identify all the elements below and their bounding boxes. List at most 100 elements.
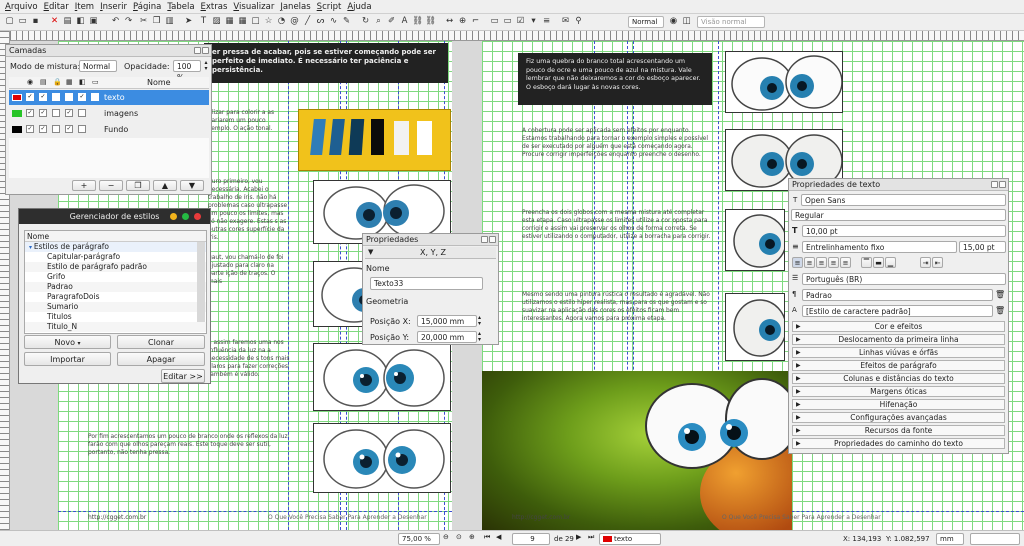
valign-middle-icon[interactable]: ▬ <box>873 257 884 268</box>
copy-icon[interactable]: ❐ <box>151 16 162 27</box>
character-style-select[interactable]: [Estilo de caractere padrão] <box>802 305 993 317</box>
pdf-combo-icon[interactable]: ▾ <box>528 16 539 27</box>
section-color-effects[interactable]: ▶ Cor e efeitos <box>792 321 1005 332</box>
y-position-input[interactable]: 20,000 mm <box>417 331 477 343</box>
close-icon[interactable] <box>194 213 201 220</box>
duplicate-layer-button[interactable]: ❐ <box>126 180 150 191</box>
section-hyphenation[interactable]: ▶ Hifenação <box>792 399 1005 410</box>
raise-layer-button[interactable]: ▲ <box>153 180 177 191</box>
item-name-input[interactable]: Texto33 <box>370 277 483 290</box>
redo-icon[interactable]: ↷ <box>123 16 134 27</box>
opacity-input[interactable]: 100 % <box>173 60 201 82</box>
eye-sketch-image-4[interactable] <box>313 423 451 493</box>
preview-eye-icon[interactable]: ◉ <box>668 16 679 27</box>
align-right-icon[interactable]: ≡ <box>816 257 827 268</box>
paragraph-style-select[interactable]: Padrao <box>802 289 993 301</box>
frog-painting-image[interactable] <box>482 371 792 530</box>
left-text-block-5[interactable]: Por fim acrescentamos um pouco de branco… <box>88 433 288 457</box>
image-frame-icon[interactable]: ▨ <box>211 16 222 27</box>
layer-row-texto[interactable]: ✓ ✓ ✓ texto <box>9 90 209 105</box>
section-columns-distances[interactable]: ▶ Colunas e distâncias do texto <box>792 373 1005 384</box>
blend-mode-select[interactable]: Normal <box>79 60 117 72</box>
style-item[interactable]: Estilo de parágrafo padrão <box>25 262 206 272</box>
delete-style-button[interactable]: Apagar <box>117 352 205 366</box>
view-toggle-icon[interactable]: ◫ <box>681 16 692 27</box>
style-item[interactable]: Sumario <box>25 302 206 312</box>
first-page-icon[interactable]: ⏮ <box>484 533 490 542</box>
float-icon[interactable] <box>991 181 998 188</box>
font-family-select[interactable]: Open Sans <box>801 194 1006 206</box>
left-text-block-2[interactable]: guro primeiro, vou necessária. Acabei o … <box>208 178 290 242</box>
unlink-frames-icon[interactable]: ⛓ <box>425 16 436 27</box>
cut-icon[interactable]: ✂ <box>138 16 149 27</box>
close-icon[interactable]: ✕ <box>49 16 60 27</box>
save-icon[interactable]: ▪ <box>30 16 41 27</box>
eyedropper-icon[interactable]: ⌐ <box>470 16 481 27</box>
add-layer-button[interactable]: + <box>72 180 96 191</box>
import-style-button[interactable]: Importar <box>24 352 111 366</box>
pdf-export-icon[interactable]: ▣ <box>88 16 99 27</box>
direction-ltr-icon[interactable]: ⇥ <box>920 257 931 268</box>
style-group[interactable]: ▾ Estilos de parágrafo <box>25 242 206 252</box>
float-icon[interactable] <box>194 47 201 54</box>
new-style-button[interactable]: Novo ▾ <box>24 335 111 349</box>
line-spacing-input[interactable]: 15,00 pt <box>959 241 1006 253</box>
link-frames-icon[interactable]: ⛓ <box>412 16 423 27</box>
painted-eye-image-4[interactable] <box>725 293 785 361</box>
close-icon[interactable] <box>489 236 496 243</box>
minimize-icon[interactable] <box>170 213 177 220</box>
style-item[interactable]: Capitular-parágrafo <box>25 252 206 262</box>
menu-editar[interactable]: Editar <box>41 2 72 12</box>
style-list-scrollbar[interactable] <box>197 242 205 322</box>
zoom-select[interactable]: 75,00 % <box>398 533 440 545</box>
direction-rtl-icon[interactable]: ⇤ <box>932 257 943 268</box>
right-text-block-2[interactable]: Preencha os dois globos com a mesma mist… <box>522 209 714 241</box>
section-first-line-offset[interactable]: ▶ Deslocamento da primeira linha <box>792 334 1005 345</box>
x-spinner-icon[interactable]: ▴ ▾ <box>478 315 486 327</box>
language-select[interactable]: Português (BR) <box>802 273 1006 285</box>
zoom-out-icon[interactable]: ⊖ <box>443 533 449 541</box>
painted-eye-image-1[interactable] <box>725 51 843 113</box>
font-size-input[interactable]: 10,00 pt <box>802 225 1006 237</box>
align-center-icon[interactable]: ≡ <box>804 257 815 268</box>
style-item[interactable]: Titulo_N <box>25 322 206 332</box>
image-quality-select[interactable]: Normal <box>628 16 664 28</box>
y-spinner-icon[interactable]: ▴ ▾ <box>478 331 486 343</box>
trash-icon[interactable]: 🗑 <box>995 290 1005 299</box>
status-extra-field[interactable] <box>970 533 1020 545</box>
measure-icon[interactable]: ↔ <box>444 16 455 27</box>
rotate-icon[interactable]: ↻ <box>360 16 371 27</box>
calligraphy-icon[interactable]: ✎ <box>341 16 352 27</box>
remove-layer-button[interactable]: − <box>99 180 123 191</box>
section-text-path[interactable]: ▶ Propriedades do caminho do texto <box>792 438 1005 449</box>
valign-top-icon[interactable]: ▔ <box>861 257 872 268</box>
pdf-link-icon[interactable]: ⚲ <box>573 16 584 27</box>
edit-style-button[interactable]: Editar >> <box>161 369 205 383</box>
menu-extras[interactable]: Extras <box>198 2 231 12</box>
menu-arquivo[interactable]: Arquivo <box>2 2 41 12</box>
open-folder-icon[interactable]: ▭ <box>17 16 28 27</box>
undo-icon[interactable]: ↶ <box>110 16 121 27</box>
menu-visualizar[interactable]: Visualizar <box>230 2 277 12</box>
section-paragraph-effects[interactable]: ▶ Efeitos de parágrafo <box>792 360 1005 371</box>
render-frame-icon[interactable]: ▦ <box>224 16 235 27</box>
left-text-block-1[interactable]: tilizar para colorir a as variarem um po… <box>208 109 288 133</box>
unit-select[interactable]: mm <box>936 533 964 545</box>
zoom-100-icon[interactable]: ⊙ <box>456 533 462 541</box>
style-item[interactable]: Grifo <box>25 272 206 282</box>
table-icon[interactable]: ▦ <box>237 16 248 27</box>
menu-item[interactable]: Item <box>72 2 97 12</box>
close-icon[interactable] <box>999 181 1006 188</box>
page-number-input[interactable]: 9 <box>512 533 550 545</box>
paste-icon[interactable]: ▥ <box>164 16 175 27</box>
close-icon[interactable] <box>202 47 209 54</box>
edit-text-icon[interactable]: A <box>399 16 410 27</box>
print-icon[interactable]: ▤ <box>62 16 73 27</box>
pdf-checkbox-icon[interactable]: ☑ <box>515 16 526 27</box>
section-orphans-widows[interactable]: ▶ Linhas viúvas e órfãs <box>792 347 1005 358</box>
right-intro-text-frame[interactable]: Fiz uma quebra do branco total acrescent… <box>518 53 712 105</box>
arc-icon[interactable]: ◔ <box>276 16 287 27</box>
menu-script[interactable]: Script <box>314 2 345 12</box>
edit-contents-icon[interactable]: ✐ <box>386 16 397 27</box>
menu-pagina[interactable]: Página <box>130 2 164 12</box>
